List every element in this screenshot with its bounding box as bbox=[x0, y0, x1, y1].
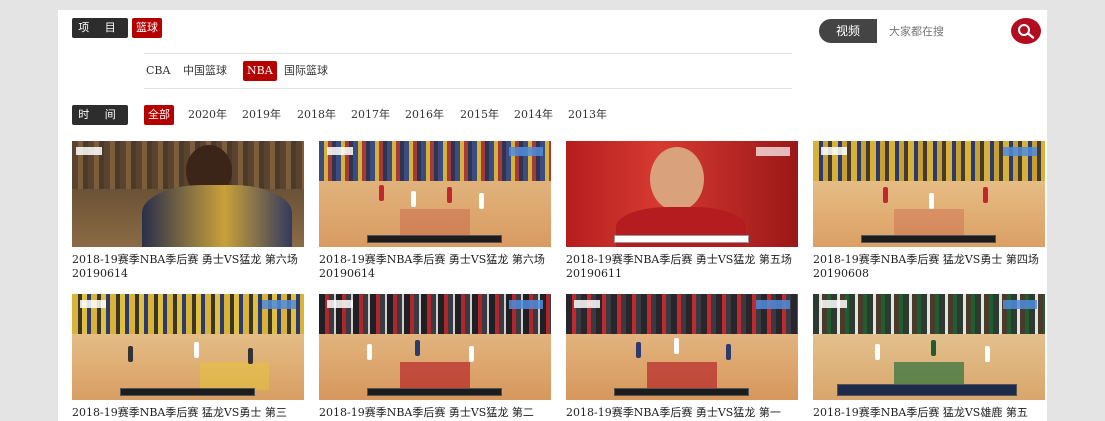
year-item-2016[interactable]: 2016年 bbox=[405, 105, 444, 125]
video-card[interactable]: 2018-19赛季NBA季后赛 勇士VS猛龙 第五场 20190611 bbox=[566, 141, 798, 281]
search-input[interactable] bbox=[877, 19, 1015, 43]
year-item-2015[interactable]: 2015年 bbox=[460, 105, 499, 125]
video-title[interactable]: 2018-19赛季NBA季后赛 勇士VS猛龙 第一 bbox=[566, 406, 798, 420]
video-thumbnail[interactable] bbox=[566, 141, 798, 247]
video-thumbnail[interactable] bbox=[72, 141, 304, 247]
video-card[interactable]: 2018-19赛季NBA季后赛 勇士VS猛龙 第二 bbox=[319, 294, 551, 420]
year-item-2019[interactable]: 2019年 bbox=[242, 105, 281, 125]
year-item-2017[interactable]: 2017年 bbox=[351, 105, 390, 125]
subnav-item-cba[interactable]: CBA bbox=[146, 61, 170, 81]
video-card[interactable]: 2018-19赛季NBA季后赛 勇士VS猛龙 第六场 20190614 bbox=[72, 141, 304, 281]
video-card[interactable]: 2018-19赛季NBA季后赛 勇士VS猛龙 第六场 20190614 bbox=[319, 141, 551, 281]
video-thumbnail[interactable] bbox=[813, 141, 1045, 247]
video-title[interactable]: 2018-19赛季NBA季后赛 勇士VS猛龙 第五场 20190611 bbox=[566, 253, 798, 281]
video-card[interactable]: 2018-19赛季NBA季后赛 猛龙VS勇士 第四场 20190608 bbox=[813, 141, 1045, 281]
video-title[interactable]: 2018-19赛季NBA季后赛 猛龙VS勇士 第四场 20190608 bbox=[813, 253, 1045, 281]
category-basketball-tag[interactable]: 篮球 bbox=[132, 18, 162, 38]
year-item-all[interactable]: 全部 bbox=[144, 105, 174, 125]
year-item-2014[interactable]: 2014年 bbox=[514, 105, 553, 125]
divider-top bbox=[144, 53, 792, 54]
video-thumbnail[interactable] bbox=[319, 294, 551, 400]
subnav-item-nba[interactable]: NBA bbox=[243, 61, 277, 81]
divider-bottom bbox=[144, 88, 792, 89]
video-title[interactable]: 2018-19赛季NBA季后赛 勇士VS猛龙 第六场 20190614 bbox=[319, 253, 551, 281]
video-thumbnail[interactable] bbox=[813, 294, 1045, 400]
year-item-2020[interactable]: 2020年 bbox=[188, 105, 227, 125]
category-label: 项 目 bbox=[72, 18, 128, 38]
search-box: 视频 bbox=[819, 19, 1015, 43]
search-type-label[interactable]: 视频 bbox=[819, 19, 877, 43]
video-title[interactable]: 2018-19赛季NBA季后赛 勇士VS猛龙 第六场 20190614 bbox=[72, 253, 304, 281]
year-item-2013[interactable]: 2013年 bbox=[568, 105, 607, 125]
video-thumbnail[interactable] bbox=[72, 294, 304, 400]
video-title[interactable]: 2018-19赛季NBA季后赛 猛龙VS勇士 第三 bbox=[72, 406, 304, 420]
search-icon bbox=[1018, 24, 1035, 39]
search-button[interactable] bbox=[1011, 18, 1041, 44]
subnav-item-intl-basketball[interactable]: 国际篮球 bbox=[284, 61, 328, 81]
video-card[interactable]: 2018-19赛季NBA季后赛 勇士VS猛龙 第一 bbox=[566, 294, 798, 420]
video-card[interactable]: 2018-19赛季NBA季后赛 猛龙VS雄鹿 第五 bbox=[813, 294, 1045, 420]
video-title[interactable]: 2018-19赛季NBA季后赛 勇士VS猛龙 第二 bbox=[319, 406, 551, 420]
video-thumbnail[interactable] bbox=[319, 141, 551, 247]
subnav-item-china-basketball[interactable]: 中国篮球 bbox=[183, 61, 227, 81]
year-item-2018[interactable]: 2018年 bbox=[297, 105, 336, 125]
video-thumbnail[interactable] bbox=[566, 294, 798, 400]
video-card[interactable]: 2018-19赛季NBA季后赛 猛龙VS勇士 第三 bbox=[72, 294, 304, 420]
video-title[interactable]: 2018-19赛季NBA季后赛 猛龙VS雄鹿 第五 bbox=[813, 406, 1045, 420]
time-label: 时 间 bbox=[72, 105, 128, 125]
page-content: 项 目 篮球 视频 CBA 中国篮球 NBA 国际篮球 时 间 全部 2020年… bbox=[58, 10, 1047, 421]
